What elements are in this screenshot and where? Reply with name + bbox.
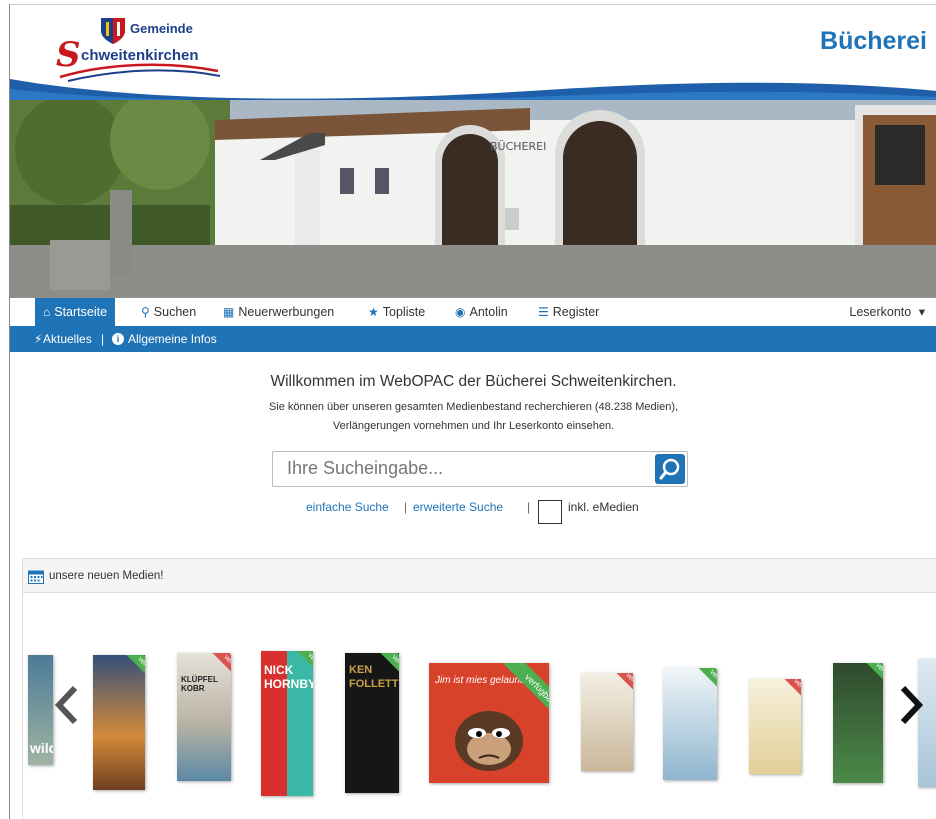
- browser-page: Gemeinde S chweitenkirchen Bücherei BÜCH…: [9, 4, 936, 819]
- carousel-next-button[interactable]: [899, 685, 924, 733]
- globe-icon: ◉: [455, 305, 466, 319]
- panel-header: unsere neuen Medien!: [23, 559, 936, 593]
- site-header: Gemeinde S chweitenkirchen Bücherei: [10, 5, 936, 105]
- search-button[interactable]: [655, 454, 685, 484]
- subnav-aktuelles[interactable]: Aktuelles: [43, 326, 92, 352]
- availability-ribbon: verfügbar: [854, 663, 883, 708]
- nav-register[interactable]: ☰ Register: [530, 298, 607, 326]
- link-separator: |: [527, 500, 531, 514]
- nav-antolin[interactable]: ◉ Antolin: [447, 298, 516, 326]
- availability-ribbon: verfügbar: [772, 679, 801, 724]
- bolt-icon: ⚡︎: [34, 332, 43, 346]
- chevron-right-icon: [900, 685, 924, 725]
- welcome-heading: Willkommen im WebOPAC der Bücherei Schwe…: [270, 373, 677, 390]
- book-cover[interactable]: verfügbar: [581, 673, 633, 771]
- library-building-photo: BÜCHEREI: [10, 100, 936, 298]
- main-navigation: ⌂ Startseite ⚲ Suchen ▦ Neuerwerbungen ★ Top…: [10, 298, 936, 327]
- list-icon: ☰: [538, 305, 549, 319]
- carousel-prev-button[interactable]: [54, 685, 79, 733]
- nav-label: Register: [552, 305, 600, 319]
- library-brand-title: Bücherei: [820, 27, 927, 55]
- book-cover[interactable]: KLÜPFEL KOBR verfügbar: [177, 653, 231, 781]
- book-title: NICK HORNBY: [264, 663, 313, 691]
- nav-label: Antolin: [469, 305, 508, 319]
- book-cover[interactable]: Jim ist mies gelaunt verfügbar: [429, 663, 549, 783]
- book-title: KLÜPFEL KOBR: [181, 675, 218, 693]
- book-title: wild: [30, 740, 53, 756]
- search-box: [272, 451, 688, 487]
- nav-topliste[interactable]: ★ Topliste: [360, 298, 433, 326]
- chevron-left-icon: [54, 685, 78, 725]
- nav-label: Suchen: [153, 305, 197, 319]
- panel-title: unsere neuen Medien!: [49, 570, 164, 582]
- header-wave-decoration: [10, 79, 936, 105]
- star-icon: ★: [368, 305, 379, 319]
- nav-label: Neuerwerbungen: [238, 305, 335, 319]
- book-title: KEN FOLLETT: [349, 664, 399, 690]
- search-icon: [659, 458, 680, 480]
- book-cover[interactable]: verfügbar: [93, 655, 145, 790]
- coat-of-arms-icon: [101, 18, 125, 44]
- hero-sign-text: BÜCHEREI: [490, 140, 546, 153]
- availability-ribbon: verfügbar: [604, 673, 633, 718]
- simple-search-link[interactable]: einfache Suche: [306, 500, 389, 514]
- link-separator: |: [404, 500, 408, 514]
- calendar-icon: ▦: [223, 305, 235, 319]
- book-cover[interactable]: wild: [28, 655, 53, 765]
- nav-neuerwerbungen[interactable]: ▦ Neuerwerbungen: [215, 298, 342, 326]
- welcome-section: Willkommen im WebOPAC der Bücherei Schwe…: [10, 373, 936, 436]
- welcome-text-line2: Verlängerungen vornehmen und Ihr Leserko…: [332, 420, 615, 432]
- new-media-panel: unsere neuen Medien! wild verfügbar KLÜP…: [22, 558, 936, 819]
- advanced-search-link[interactable]: erweiterte Suche: [413, 500, 503, 514]
- book-cover[interactable]: verfügbar: [833, 663, 883, 783]
- book-cover[interactable]: NICK HORNBY verfügbar: [261, 651, 313, 796]
- sub-navigation: ⚡︎ Aktuelles | i Allgemeine Infos: [10, 326, 936, 352]
- nav-label: Topliste: [382, 305, 426, 319]
- chevron-down-icon: ▾: [918, 305, 925, 319]
- availability-ribbon: verfügbar: [116, 655, 145, 702]
- search-input[interactable]: [273, 452, 671, 484]
- account-dropdown[interactable]: Leserkonto ▾: [849, 298, 925, 326]
- calendar-icon: [28, 570, 44, 584]
- welcome-text-line1: Sie können über unseren gesamten Medienb…: [268, 401, 679, 413]
- info-icon: i: [112, 333, 124, 345]
- availability-ribbon: verfügbar: [688, 668, 717, 715]
- book-carousel: wild verfügbar KLÜPFEL KOBR verfügbar NI…: [23, 593, 936, 819]
- emedien-label: inkl. eMedien: [568, 500, 639, 514]
- account-label: Leserkonto: [849, 305, 912, 319]
- book-cover[interactable]: KEN FOLLETT verfügbar: [345, 653, 399, 793]
- nav-startseite[interactable]: ⌂ Startseite: [35, 298, 116, 326]
- nav-suchen[interactable]: ⚲ Suchen: [133, 298, 204, 326]
- nav-label: Startseite: [54, 305, 108, 319]
- subnav-allgemeine-infos[interactable]: Allgemeine Infos: [128, 326, 217, 352]
- emedien-checkbox[interactable]: [538, 500, 562, 524]
- search-icon: ⚲: [141, 305, 150, 319]
- subnav-separator: |: [101, 332, 105, 346]
- book-cover[interactable]: verfügbar: [749, 679, 801, 774]
- logo-text-gemeinde: Gemeinde: [130, 21, 193, 36]
- home-icon: ⌂: [43, 305, 51, 319]
- book-cover[interactable]: verfügbar: [663, 668, 717, 780]
